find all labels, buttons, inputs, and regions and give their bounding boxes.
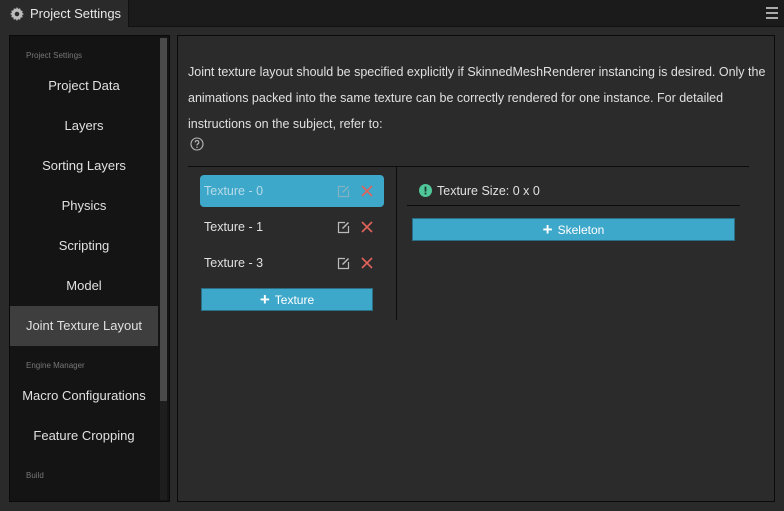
texture-label: Texture - 3: [204, 256, 264, 270]
texture-detail-pane: Texture Size: 0 x 0 + Skeleton: [407, 176, 740, 241]
joint-texture-layout-panel: Joint texture layout should be specified…: [177, 35, 775, 502]
sidebar-scrollbar-thumb[interactable]: [160, 38, 167, 401]
plus-icon: +: [259, 290, 270, 309]
add-skeleton-button[interactable]: + Skeleton: [412, 218, 735, 241]
sidebar-item-model[interactable]: Model: [10, 266, 158, 306]
add-skeleton-label: Skeleton: [557, 222, 605, 237]
delete-icon[interactable]: [360, 256, 374, 270]
sidebar-item-sorting-layers[interactable]: Sorting Layers: [10, 146, 158, 186]
divider-vertical: [396, 167, 397, 320]
sidebar-scrollbar[interactable]: [160, 38, 167, 500]
texture-size-row: Texture Size: 0 x 0: [407, 176, 740, 206]
delete-icon[interactable]: [360, 220, 374, 234]
edit-icon[interactable]: [337, 257, 350, 270]
texture-list-item[interactable]: Texture - 1: [200, 211, 384, 243]
group-title-build: Build: [26, 471, 44, 480]
divider: [188, 166, 749, 167]
sidebar-item-layers[interactable]: Layers: [10, 106, 158, 146]
sidebar-item-scripting[interactable]: Scripting: [10, 226, 158, 266]
description-text: Joint texture layout should be specified…: [188, 65, 766, 131]
edit-icon[interactable]: [337, 221, 350, 234]
sidebar-item-macro-configurations[interactable]: Macro Configurations: [10, 376, 158, 416]
sidebar-item-feature-cropping[interactable]: Feature Cropping: [10, 416, 158, 456]
plus-icon: +: [542, 220, 553, 239]
sidebar-item-project-data[interactable]: Project Data: [10, 66, 158, 106]
hamburger-menu-icon[interactable]: [766, 7, 778, 19]
question-circle-icon[interactable]: [190, 137, 204, 151]
texture-list-item[interactable]: Texture - 0: [200, 175, 384, 207]
texture-list-item[interactable]: Texture - 3: [200, 247, 384, 279]
texture-label: Texture - 1: [204, 220, 264, 234]
tab-bar: Project Settings: [0, 0, 784, 27]
tab-title: Project Settings: [30, 6, 122, 21]
delete-icon[interactable]: [360, 184, 374, 198]
texture-size-text: Texture Size: 0 x 0: [437, 183, 540, 198]
group-title-engine-manager: Engine Manager: [26, 361, 85, 370]
settings-sidebar: Project Settings Project Data Layers Sor…: [9, 35, 170, 502]
sidebar-item-physics[interactable]: Physics: [10, 186, 158, 226]
sidebar-item-joint-texture-layout[interactable]: Joint Texture Layout: [10, 306, 158, 346]
info-exclamation-icon: [419, 184, 432, 197]
add-texture-button[interactable]: + Texture: [201, 288, 373, 311]
gear-icon: [10, 6, 24, 21]
group-title-project-settings: Project Settings: [26, 51, 83, 60]
texture-label: Texture - 0: [204, 184, 264, 198]
edit-icon[interactable]: [337, 185, 350, 198]
add-texture-label: Texture: [274, 292, 315, 307]
texture-list: Texture - 0 Texture - 1 Texture - 3: [200, 175, 384, 283]
tab-project-settings[interactable]: Project Settings: [0, 0, 129, 27]
